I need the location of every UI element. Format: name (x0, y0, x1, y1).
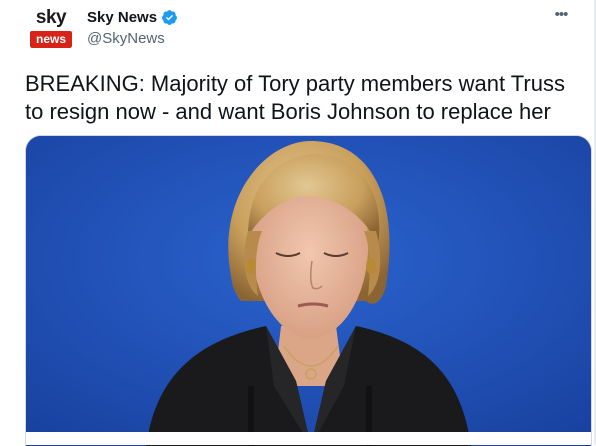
display-name[interactable]: Sky News (87, 9, 157, 26)
link-card-preview[interactable] (25, 432, 592, 445)
more-options-icon[interactable]: ••• (550, 6, 572, 28)
verified-badge-icon (161, 9, 178, 26)
tweet-text: BREAKING: Majority of Tory party members… (25, 71, 565, 124)
avatar[interactable]: sky news (25, 5, 77, 57)
author-name-row: Sky News (87, 9, 178, 26)
avatar-logo-sky: sky (35, 7, 67, 28)
avatar-logo-news: news (30, 31, 72, 48)
handle[interactable]: @SkyNews (87, 30, 165, 47)
tweet-photo[interactable] (25, 135, 592, 446)
tweet-card[interactable]: sky news Sky News @SkyNews ••• BREAKING:… (0, 0, 596, 446)
photo-illustration (26, 136, 591, 446)
